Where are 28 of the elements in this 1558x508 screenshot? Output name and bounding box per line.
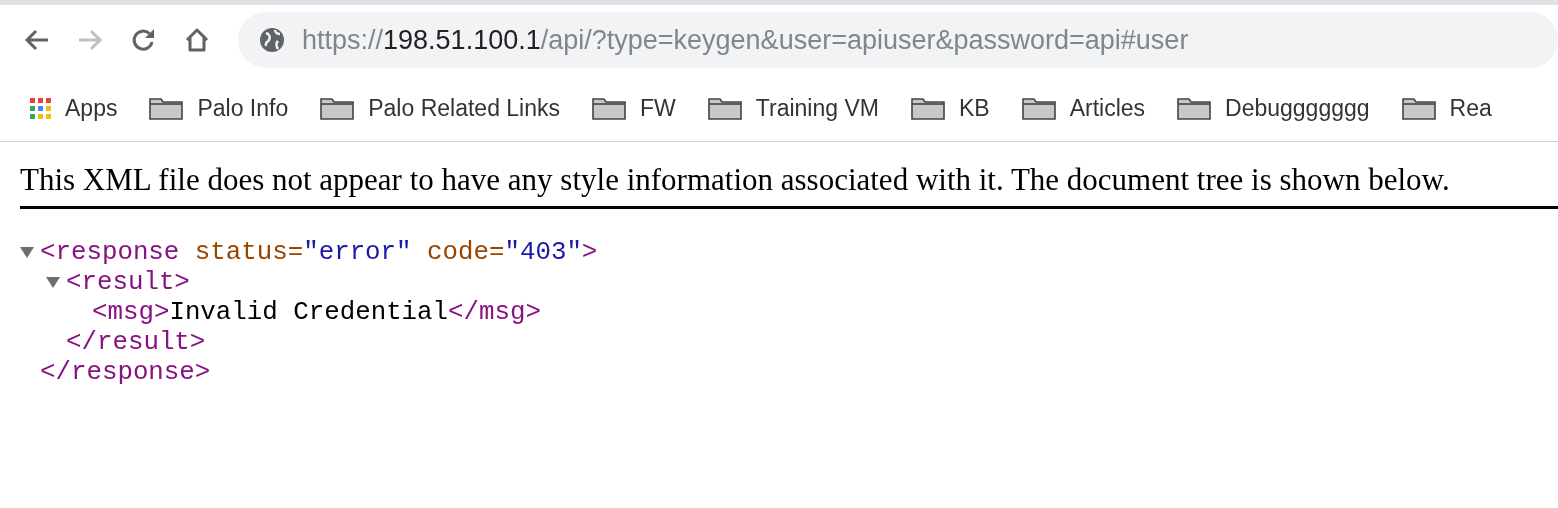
folder-icon: [149, 96, 184, 120]
apps-grid-icon: [30, 97, 51, 119]
bookmark-folder[interactable]: Palo Related Links: [320, 94, 561, 122]
folder-icon: [910, 96, 945, 120]
folder-icon: [1177, 96, 1212, 120]
address-bar[interactable]: https://198.51.100.1/api/?type=keygen&user=apiuser&password=api#user: [238, 12, 1558, 68]
folder-icon: [707, 96, 742, 120]
folder-icon: [592, 96, 627, 120]
folder-icon: [1021, 96, 1056, 120]
xml-line: <result>: [66, 267, 190, 297]
globe-icon: [258, 26, 286, 54]
xml-line: </result>: [66, 327, 206, 357]
collapse-triangle-icon[interactable]: [46, 275, 60, 289]
apps-shortcut[interactable]: Apps: [30, 94, 118, 122]
xml-line: <response status="error" code="403">: [40, 237, 598, 267]
bookmark-folder[interactable]: Rea: [1401, 94, 1492, 122]
xml-line: </response>: [40, 357, 211, 387]
bookmark-folder[interactable]: KB: [910, 94, 990, 122]
bookmark-folder[interactable]: FW: [592, 94, 676, 122]
info-message: This XML file does not appear to have any style information associated with it. The document tree is shown below.: [20, 162, 1558, 209]
xml-line: <msg>Invalid Credential</msg>: [92, 297, 541, 327]
bookmark-folder[interactable]: Palo Info: [149, 94, 289, 122]
collapse-triangle-icon[interactable]: [20, 245, 34, 259]
bookmark-folder[interactable]: Training VM: [707, 94, 879, 122]
folder-icon: [1401, 96, 1436, 120]
bookmark-folder[interactable]: Articles: [1021, 94, 1146, 122]
bookmark-folder[interactable]: Debuggggggg: [1177, 94, 1370, 122]
folder-icon: [320, 96, 355, 120]
